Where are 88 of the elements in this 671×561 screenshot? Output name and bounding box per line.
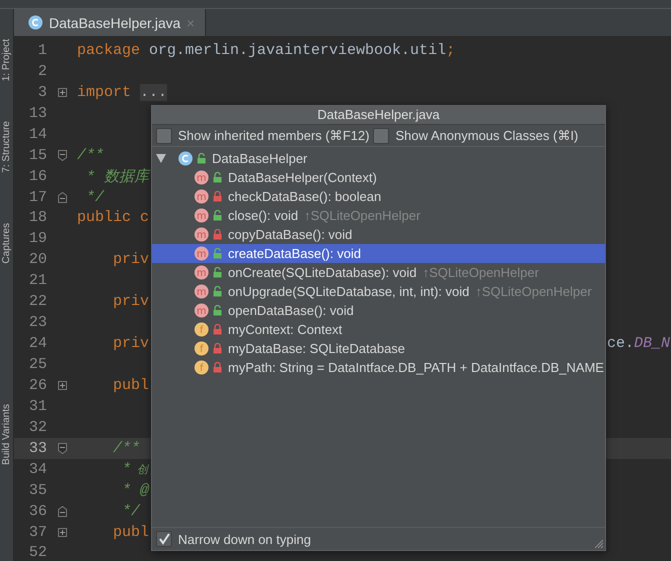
line-number: 32	[28, 418, 47, 436]
line-number: 20	[28, 251, 47, 268]
code-line: /**	[77, 146, 104, 164]
line-number: 36	[28, 502, 47, 520]
line-number: 21	[28, 272, 47, 290]
checkbox-label[interactable]: Narrow down on typing	[178, 532, 311, 546]
line-number: 17	[28, 188, 47, 206]
code-line: */	[121, 502, 140, 520]
method-icon: m	[194, 189, 209, 204]
tool-window-tab[interactable]: Captures	[1, 222, 12, 264]
tree-item[interactable]: m copyDataBase(): void	[152, 225, 605, 244]
checkbox-label[interactable]: Show Anonymous Classes (⌘I)	[395, 128, 578, 143]
line-number: 16	[28, 168, 47, 185]
class-icon	[28, 15, 43, 30]
checkbox[interactable]	[156, 531, 172, 547]
tree-item[interactable]: m openDataBase(): void	[152, 301, 605, 320]
line-number: 24	[28, 335, 47, 352]
line-number: 33	[28, 440, 47, 457]
fold-expand-icon[interactable]	[58, 528, 66, 537]
code-line: /**	[112, 440, 140, 457]
line-number: 23	[28, 314, 47, 332]
method-icon: m	[194, 170, 209, 185]
fold-end-icon[interactable]	[58, 192, 66, 203]
method-icon: m	[194, 265, 209, 280]
line-number: 35	[28, 482, 47, 499]
checkbox[interactable]	[156, 128, 172, 144]
line-number: 26	[28, 376, 47, 394]
line-number: 34	[28, 460, 47, 478]
method-icon: m	[194, 303, 209, 318]
field-icon: f	[194, 360, 209, 375]
class-icon	[178, 151, 193, 166]
fold-end-icon[interactable]	[58, 506, 66, 517]
tree-item[interactable]: m createDataBase(): void	[152, 244, 605, 263]
tree-item[interactable]: m DataBaseHelper(Context)	[152, 168, 605, 187]
line-number: 22	[28, 293, 47, 310]
line-number: 37	[28, 524, 47, 541]
code-line: import ...	[77, 84, 168, 101]
line-number: 19	[28, 230, 47, 248]
line-number: 1	[36, 42, 47, 59]
code-line: */	[85, 188, 104, 206]
line-number: 52	[28, 544, 47, 561]
line-number: 3	[36, 84, 47, 101]
tree-item[interactable]: f myContext: Context	[152, 320, 605, 339]
tree-item[interactable]: f myDataBase: SQLiteDatabase	[152, 339, 605, 358]
line-number: 2	[36, 62, 47, 80]
code-line: publ	[112, 524, 150, 541]
code-line: priv	[112, 335, 150, 352]
code-line: priv	[112, 251, 150, 268]
checkbox-label[interactable]: Show inherited members (⌘F12)	[178, 128, 370, 143]
code-line: * 创	[121, 460, 148, 478]
code-line: * @	[121, 482, 150, 499]
tree-item[interactable]: m close(): void ↑SQLiteOpenHelper	[152, 206, 605, 225]
method-icon: m	[194, 208, 209, 223]
tree-item[interactable]: m checkDataBase(): boolean	[152, 187, 605, 206]
fold-expand-icon[interactable]	[58, 380, 66, 390]
resize-grip-icon[interactable]	[592, 537, 604, 549]
line-number: 18	[28, 209, 47, 226]
fold-collapse-icon[interactable]	[58, 442, 66, 454]
method-icon: m	[194, 246, 209, 261]
expand-arrow-icon[interactable]	[156, 154, 166, 163]
line-number: 25	[28, 356, 47, 374]
line-number: 15	[28, 146, 47, 164]
popup-title: DataBaseHelper.java	[152, 106, 605, 125]
tree-item-label[interactable]: DataBaseHelper	[212, 151, 308, 166]
tree-item[interactable]: m onCreate(SQLiteDatabase): void ↑SQLiteOpenHelper	[152, 263, 605, 282]
code-line: * 数据库	[85, 168, 150, 186]
line-number: 31	[28, 398, 47, 415]
tool-window-tab[interactable]: Build Variants	[1, 404, 12, 464]
tree-item[interactable]: f myPath: String = DataIntface.DB_PATH + DataIntface.DB_NAME	[152, 358, 605, 377]
method-icon: m	[194, 284, 209, 299]
line-number: 14	[28, 126, 47, 143]
fold-expand-icon[interactable]	[58, 88, 66, 97]
code-line: priv	[112, 293, 150, 310]
editor-tab[interactable]: DataBaseHelper.java ×	[14, 9, 206, 36]
fold-collapse-icon[interactable]	[58, 150, 66, 161]
code-line: public c	[77, 209, 150, 226]
code-line: publ	[112, 376, 150, 394]
checkbox[interactable]	[373, 128, 390, 144]
tab-title: DataBaseHelper.java	[49, 14, 181, 30]
code-line: package org.merlin.javainterviewbook.util;	[77, 42, 456, 59]
tool-window-tab[interactable]: 7: Structure	[1, 121, 12, 173]
tree-item[interactable]: m onUpgrade(SQLiteDatabase, int, int): void ↑SQLiteOpenHelper	[152, 282, 605, 301]
method-icon: m	[194, 227, 209, 242]
tool-window-tab[interactable]: 1: Project	[1, 39, 12, 82]
code-fragment: ce.DB_N	[606, 335, 670, 352]
field-icon: f	[194, 322, 209, 337]
line-number: 13	[28, 104, 47, 122]
field-icon: f	[194, 341, 209, 356]
